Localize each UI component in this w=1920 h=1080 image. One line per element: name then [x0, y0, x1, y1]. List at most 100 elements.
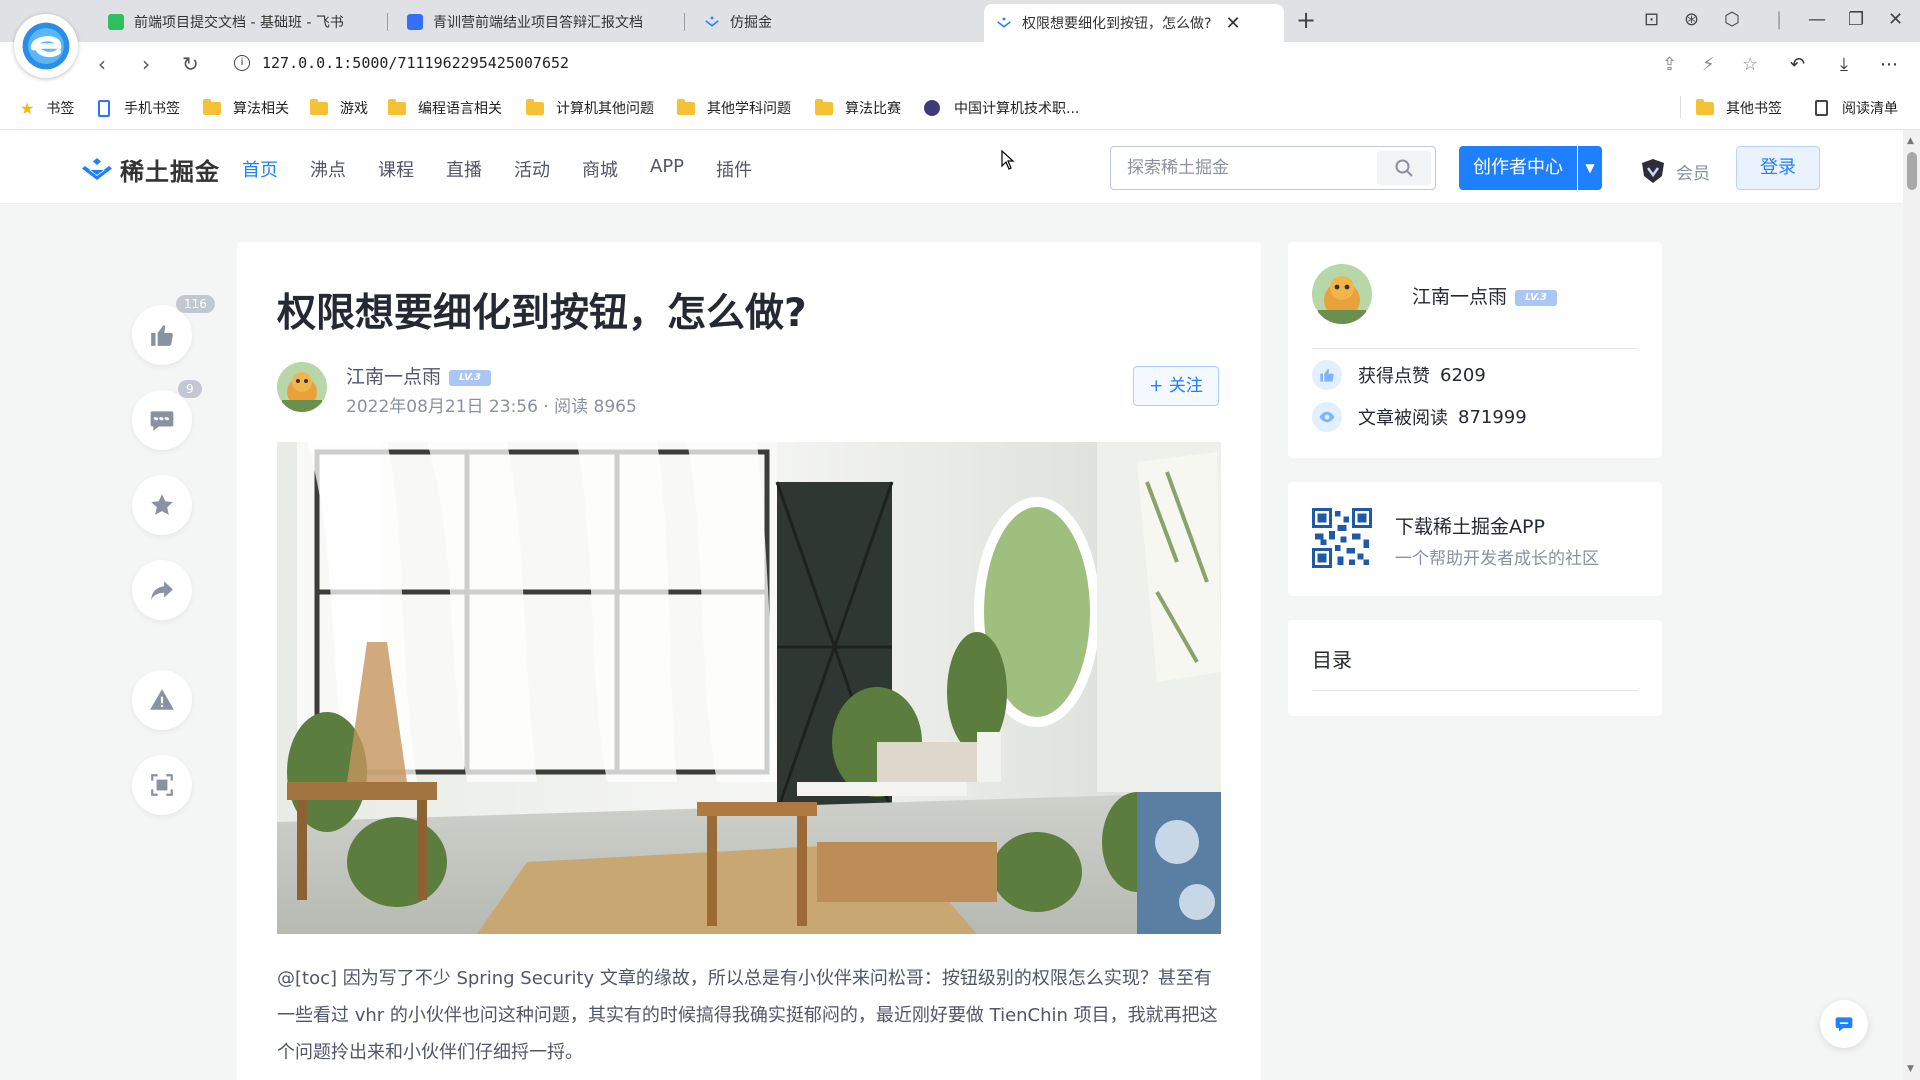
tab-label: 仿掘金 [730, 15, 772, 31]
nav-item-courses[interactable]: 课程 [378, 156, 414, 182]
comment-button[interactable]: 9 [132, 380, 202, 450]
bookmark-folder[interactable]: 算法比赛 [815, 98, 901, 118]
extensions-icon[interactable]: ⬡ [1724, 9, 1740, 30]
nav-item-mall[interactable]: 商城 [582, 156, 618, 182]
member-link[interactable]: 会员 [1640, 158, 1710, 184]
page-scrollbar[interactable]: ▲ ▼ [1903, 130, 1920, 1080]
lightning-icon[interactable]: ⚡ [1702, 54, 1715, 75]
bookmark-folder[interactable]: 算法相关 [203, 98, 289, 118]
author-card-avatar[interactable] [1312, 264, 1372, 324]
author-card: 江南一点雨 LV.3 获得点赞 6209 文章被阅读 871999 [1288, 242, 1662, 458]
creator-dropdown-icon[interactable]: ▼ [1578, 146, 1602, 190]
nav-item-plugins[interactable]: 插件 [716, 156, 752, 182]
scroll-down-icon[interactable]: ▼ [1907, 1064, 1914, 1074]
nav-item-live[interactable]: 直播 [446, 156, 482, 182]
like-button[interactable]: 116 [132, 295, 215, 365]
fullscreen-button[interactable] [132, 755, 192, 815]
restore-icon[interactable]: ❐ [1848, 9, 1864, 30]
bookmark-folder[interactable]: 编程语言相关 [388, 98, 502, 118]
app-card-subtitle: 一个帮助开发者成长的社区 [1395, 549, 1599, 569]
juejin-logo[interactable]: 稀土掘金 [80, 152, 220, 187]
browser-logo-icon [22, 22, 70, 70]
author-name-row[interactable]: 江南一点雨 LV.3 [346, 362, 492, 389]
nav-item-app[interactable]: APP [650, 156, 684, 182]
scroll-up-icon[interactable]: ▲ [1907, 136, 1914, 146]
feedback-button[interactable] [1820, 1000, 1868, 1048]
follow-button[interactable]: + 关注 [1133, 366, 1219, 406]
bookmark-label: 其他学科问题 [707, 101, 791, 117]
collect-button[interactable] [132, 475, 192, 535]
author-card-name: 江南一点雨 [1412, 286, 1508, 308]
author-card-name-row[interactable]: 江南一点雨 LV.3 [1412, 282, 1558, 309]
report-button[interactable] [132, 670, 192, 730]
phone-icon [98, 99, 110, 117]
new-tab-button[interactable]: + [1296, 6, 1316, 34]
juejin-favicon-icon [705, 16, 719, 27]
bookmark-label: 算法比赛 [845, 101, 901, 117]
app-download-card[interactable]: 下载稀土掘金APP 一个帮助开发者成长的社区 [1288, 482, 1662, 596]
bookmark-folder[interactable]: 游戏 [310, 98, 368, 118]
creator-center-button[interactable]: 创作者中心 [1459, 146, 1577, 190]
scroll-thumb[interactable] [1907, 152, 1917, 190]
browser-tab[interactable]: 仿掘金 [692, 6, 982, 38]
reload-icon[interactable]: ↻ [182, 52, 199, 76]
bookmark-label: 阅读清单 [1842, 101, 1898, 117]
share-icon[interactable]: ⇪ [1662, 54, 1677, 75]
nav-item-events[interactable]: 活动 [514, 156, 550, 182]
author-avatar[interactable] [277, 362, 327, 412]
nav-item-home[interactable]: 首页 [242, 156, 278, 182]
browser-tab[interactable]: 前端项目提交文档 - 基础班 - 飞书 [96, 6, 366, 38]
search-button[interactable] [1377, 151, 1431, 185]
favorite-star-icon[interactable]: ☆ [1742, 54, 1758, 75]
bookmark-item[interactable]: ★ 书签 [20, 98, 74, 118]
stat-label: 获得点赞 [1358, 366, 1430, 387]
stat-value: 6209 [1440, 364, 1486, 386]
reading-list[interactable]: 阅读清单 [1815, 98, 1898, 118]
close-tab-icon[interactable]: ✕ [1225, 13, 1240, 34]
bookmark-label: 计算机其他问题 [556, 101, 654, 117]
article-title: 权限想要细化到按钮，怎么做? [277, 291, 807, 336]
fullscreen-icon [151, 774, 173, 796]
tab-label: 权限想要细化到按钮，怎么做? [1022, 16, 1212, 32]
browser-tab-bar: 前端项目提交文档 - 基础班 - 飞书 青训营前端结业项目答辩汇报文档 仿掘金 … [0, 0, 1920, 42]
article-meta: 2022年08月21日 23:56 · 阅读 8965 [346, 397, 637, 417]
more-menu-icon[interactable]: ⋯ [1880, 54, 1898, 75]
browser-tab-active[interactable]: 权限想要细化到按钮，怎么做? ✕ [984, 4, 1284, 42]
qr-code-icon [1312, 508, 1372, 568]
mouse-cursor-icon [1001, 150, 1015, 170]
url-field[interactable]: i 127.0.0.1:5000/7111962295425007652 [220, 46, 1620, 80]
level-badge: LV.3 [449, 369, 492, 386]
search-icon [1395, 159, 1413, 177]
download-icon[interactable]: ⤓ [1840, 54, 1848, 75]
level-badge: LV.3 [1515, 289, 1558, 306]
bookmark-folder[interactable]: 其他学科问题 [677, 98, 791, 118]
browser-tab[interactable]: 青训营前端结业项目答辩汇报文档 [395, 6, 671, 38]
divider [1312, 348, 1638, 349]
back-icon[interactable]: ‹ [98, 52, 106, 76]
stat-reads: 文章被阅读 871999 [1312, 402, 1527, 432]
search-input[interactable] [1111, 147, 1381, 189]
bookmark-item[interactable]: 手机书签 [98, 98, 180, 118]
article-card: 权限想要细化到按钮，怎么做? 江南一点雨 LV.3 2022年08月21日 23:… [237, 242, 1261, 1080]
bookmark-item[interactable]: 中国计算机技术职... [924, 98, 1079, 118]
app-card-title: 下载稀土掘金APP [1395, 516, 1545, 538]
minimize-icon[interactable]: — [1808, 9, 1826, 30]
bookmark-folder[interactable]: 其他书签 [1696, 98, 1782, 118]
eye-icon [1312, 402, 1342, 432]
copilot-icon[interactable]: ⊛ [1684, 9, 1699, 30]
undo-icon[interactable]: ↶ [1790, 54, 1805, 75]
reading-list-icon [1815, 100, 1828, 116]
login-button[interactable]: 登录 [1736, 146, 1820, 190]
divider [1312, 690, 1638, 691]
close-window-icon[interactable]: ✕ [1888, 9, 1903, 30]
toc-title: 目录 [1312, 648, 1352, 672]
tab-label: 青训营前端结业项目答辩汇报文档 [433, 15, 643, 31]
forward-icon[interactable]: › [142, 52, 150, 76]
share-button[interactable] [132, 560, 192, 620]
site-info-icon[interactable]: i [234, 55, 250, 71]
url-text: 127.0.0.1:5000/7111962295425007652 [262, 54, 570, 72]
bookmark-folder[interactable]: 计算机其他问题 [526, 98, 654, 118]
tab-actions-icon[interactable]: ⊡ [1644, 9, 1659, 30]
nav-item-pins[interactable]: 沸点 [310, 156, 346, 182]
folder-icon [677, 98, 695, 115]
